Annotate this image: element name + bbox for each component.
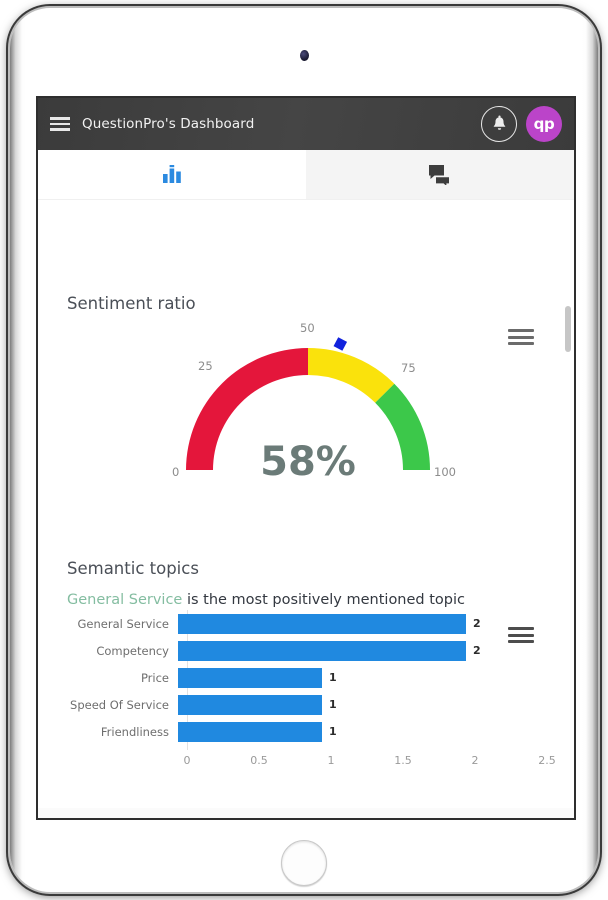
topics-subtitle-rest: is the most positively mentioned topic [182,592,465,608]
gauge-tick-50: 50 [300,321,315,335]
device-screen: QuestionPro's Dashboard qp Sentiment rat… [36,96,576,820]
tablet-device-frame: QuestionPro's Dashboard qp Sentiment rat… [8,6,600,894]
semantic-topics-card: Semantic topics General Service is the m… [38,552,574,808]
bar-value-label: 2 [473,644,481,657]
topics-highlight-text: General Service [67,592,183,608]
bar-chart-x-axis: 0 0.5 1 1.5 2 2.5 [183,754,556,774]
bar-category-label: Competency [96,643,169,658]
front-camera-icon [299,50,309,61]
gauge-tick-0: 0 [172,465,179,479]
avatar[interactable]: qp [526,106,562,142]
home-button[interactable] [281,840,327,886]
hamburger-menu-icon[interactable] [38,98,82,150]
gauge-value-label: 58% [260,439,356,485]
bar-chart-row: Speed Of Service 1 [38,691,574,718]
gauge-tick-25: 25 [198,359,213,373]
semantic-topics-title: Semantic topics [67,559,199,578]
bar-segment[interactable] [178,667,322,688]
bar-category-label: General Service [77,616,169,631]
bar-chart-row: Price 1 [38,664,574,691]
bar-chart-row: General Service 2 [38,610,574,637]
bell-icon[interactable] [481,106,517,142]
scrollbar-track[interactable] [565,200,573,790]
bar-value-label: 1 [329,725,337,738]
bar-segment[interactable] [178,694,322,715]
bar-segment[interactable] [178,613,466,634]
sentiment-gauge-chart: 0 25 50 75 100 58% [172,321,456,485]
bar-value-label: 2 [473,617,481,630]
bar-value-label: 1 [329,671,337,684]
app-header: QuestionPro's Dashboard qp [38,98,574,150]
x-axis-tick-label: 2.5 [538,754,556,767]
sentiment-trend-card: Sentiment trend MonthQuarterYear [38,808,574,818]
gauge-tick-75: 75 [401,361,416,375]
semantic-topics-bar-chart: General Service 2 Competency 2 Price 1 Speed O… [38,610,574,785]
x-axis-tick-label: 1 [327,754,335,767]
bar-chart-icon [163,164,181,183]
tab-analytics[interactable] [38,150,306,199]
gauge-band-green [375,383,430,470]
x-axis-tick-label: 1.5 [394,754,412,767]
gauge-tick-100: 100 [434,465,456,479]
bar-chart-row: Friendliness 1 [38,718,574,745]
tab-bar [38,150,574,200]
bar-category-label: Friendliness [100,724,169,739]
export-menu-icon[interactable] [508,326,534,348]
sentiment-ratio-card: Sentiment ratio 0 25 50 75 100 58% [38,200,574,552]
scrollbar-thumb[interactable] [565,306,571,352]
bar-segment[interactable] [178,721,322,742]
chat-bubble-icon [429,165,449,185]
tab-comments[interactable] [306,150,574,199]
topics-subtitle: General Service is the most positively m… [67,592,465,608]
x-axis-tick-label: 0 [183,754,191,767]
x-axis-tick-label: 2 [471,754,479,767]
page-title: QuestionPro's Dashboard [82,116,255,132]
header-actions: qp [481,106,574,142]
frame-bezel-left [10,8,26,892]
gauge-value-marker [333,337,348,351]
bar-value-label: 1 [329,698,337,711]
bar-segment[interactable] [178,640,466,661]
gauge-band-yellow [308,347,395,403]
frame-bezel-right [582,8,598,892]
bar-category-label: Price [140,670,169,685]
x-axis-tick-label: 0.5 [250,754,268,767]
bar-chart-row: Competency 2 [38,637,574,664]
bar-category-label: Speed Of Service [70,697,169,712]
dashboard-content: Sentiment ratio 0 25 50 75 100 58% Seman… [38,200,574,818]
